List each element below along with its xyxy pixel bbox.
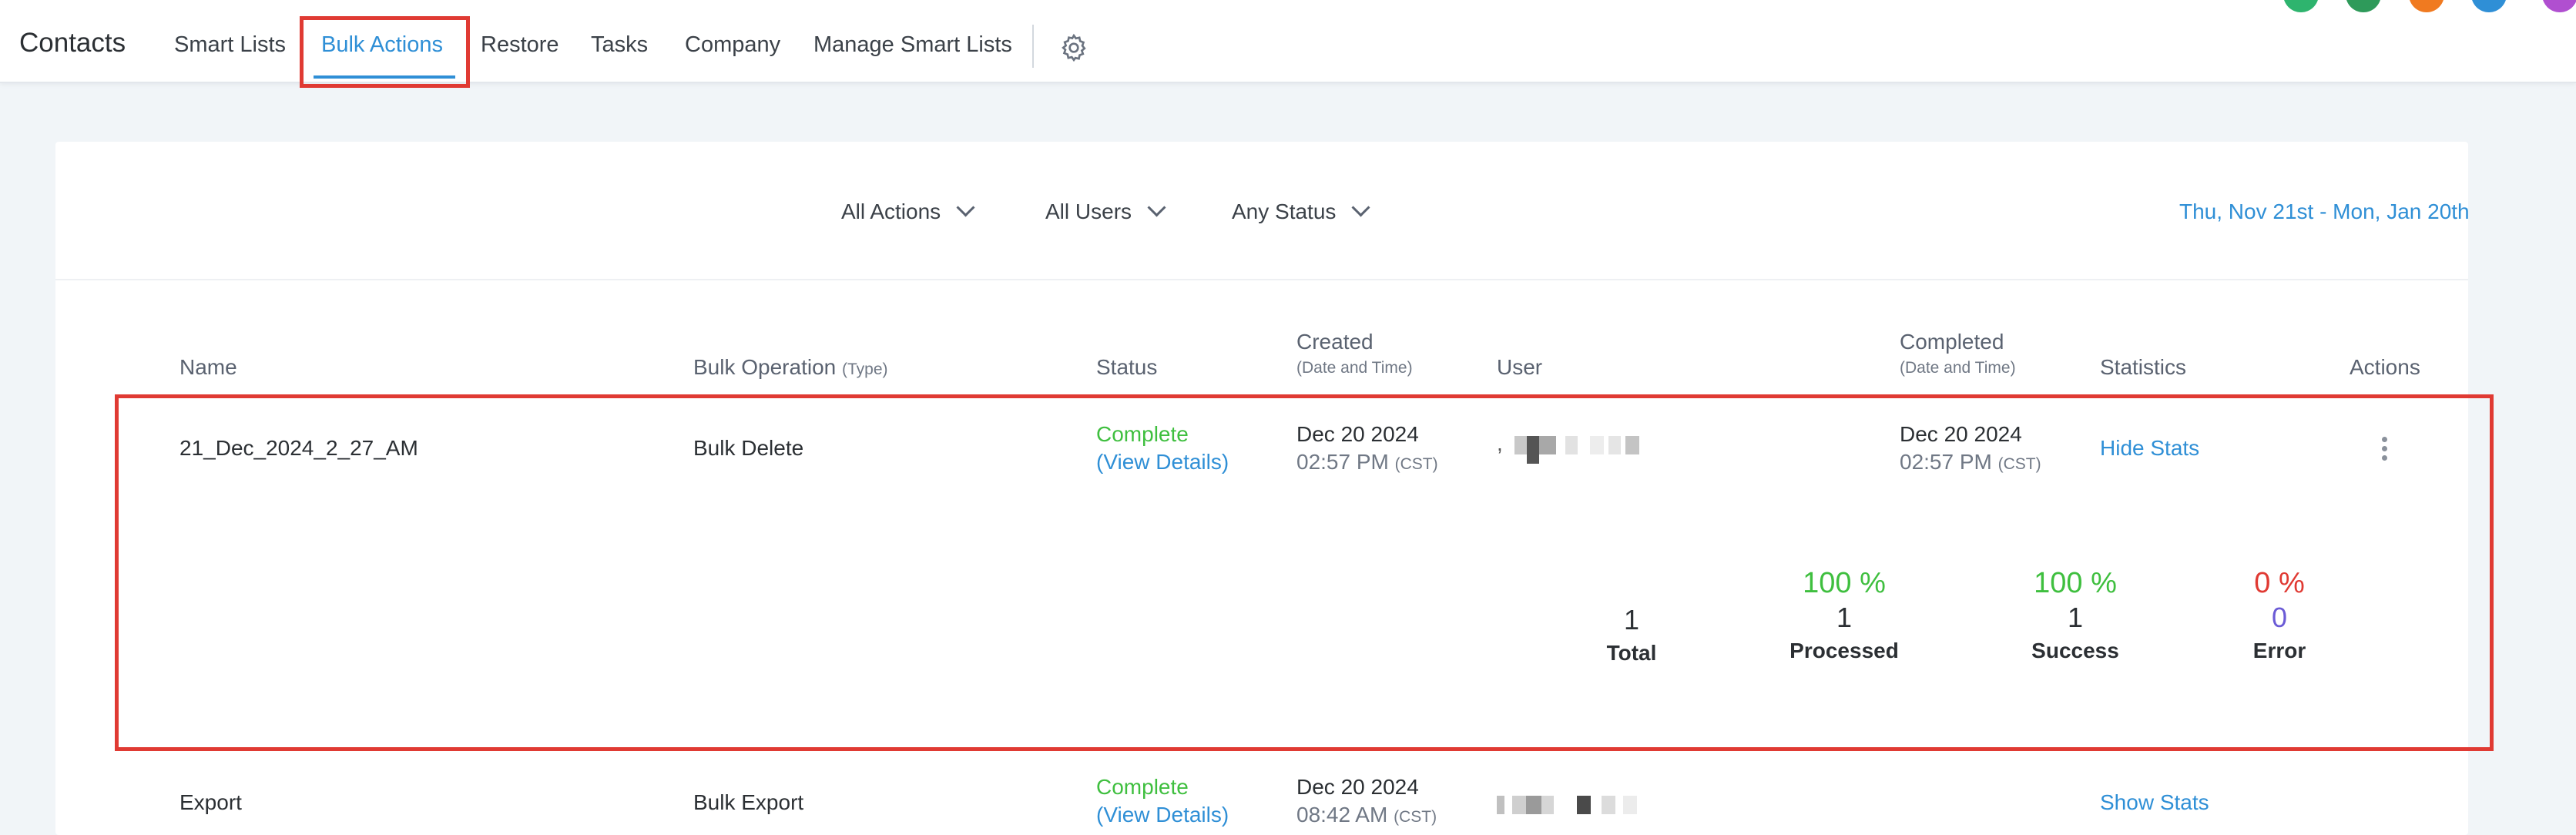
column-header-created-hint: (Date and Time) <box>1296 359 1413 377</box>
row-2-status: Complete (View Details) <box>1096 775 1229 827</box>
users-filter-dropdown[interactable]: All Users <box>1045 198 1166 224</box>
nav-divider <box>1032 25 1034 68</box>
actions-filter-dropdown[interactable]: All Actions <box>841 198 975 224</box>
chevron-down-icon <box>1351 198 1370 217</box>
column-header-created-label: Created <box>1296 330 1374 354</box>
actions-filter-label: All Actions <box>841 200 941 223</box>
gear-icon[interactable] <box>1058 32 1089 63</box>
avatar[interactable] <box>2283 0 2319 12</box>
row-2-view-details-link[interactable]: (View Details) <box>1096 803 1229 827</box>
avatar[interactable] <box>2346 0 2381 12</box>
chevron-down-icon <box>1147 198 1166 217</box>
column-header-user: User <box>1497 355 1543 379</box>
tab-company[interactable]: Company <box>685 32 780 58</box>
avatar[interactable] <box>2471 0 2507 12</box>
filter-bar: All Actions All Users Any Status Thu, No… <box>55 142 2470 280</box>
row-2-created: Dec 20 2024 08:42 AM (CST) <box>1296 775 1437 827</box>
avatar[interactable] <box>2542 0 2576 12</box>
tab-smart-lists[interactable]: Smart Lists <box>174 32 286 58</box>
row-2-created-tz: (CST) <box>1394 808 1437 826</box>
row-2-created-time: 08:42 AM <box>1296 803 1388 827</box>
column-header-completed-hint: (Date and Time) <box>1900 359 2016 377</box>
row-2-user-redacted <box>1497 796 1640 814</box>
avatar[interactable] <box>2409 0 2444 12</box>
tab-restore[interactable]: Restore <box>481 32 559 58</box>
column-header-statistics: Statistics <box>2100 355 2187 379</box>
top-navigation-bar: Contacts Smart Lists Bulk Actions Restor… <box>0 0 2576 88</box>
row-2-created-time-wrap: 08:42 AM (CST) <box>1296 803 1437 827</box>
row-1-highlight <box>115 394 2494 751</box>
row-2-status-text: Complete <box>1096 775 1189 799</box>
tab-manage-smart-lists[interactable]: Manage Smart Lists <box>813 32 1012 58</box>
column-header-completed-label: Completed <box>1900 330 2004 354</box>
column-header-actions: Actions <box>2350 355 2420 379</box>
chevron-down-icon <box>956 198 975 217</box>
column-header-name: Name <box>179 355 237 379</box>
status-filter-label: Any Status <box>1232 200 1337 223</box>
column-header-created: Created (Date and Time) <box>1296 330 1413 377</box>
date-range-picker[interactable]: Thu, Nov 21st - Mon, Jan 20th <box>2179 200 2470 224</box>
users-filter-label: All Users <box>1045 200 1132 223</box>
row-2-name: Export <box>179 790 242 814</box>
row-2-created-date: Dec 20 2024 <box>1296 775 1419 799</box>
column-header-operation-label: Bulk Operation <box>693 355 837 379</box>
column-header-completed: Completed (Date and Time) <box>1900 330 2016 377</box>
column-header-status: Status <box>1096 355 1158 379</box>
row-2-show-stats-link[interactable]: Show Stats <box>2100 790 2209 815</box>
row-2-operation: Bulk Export <box>693 790 804 814</box>
bulk-actions-tab-highlight <box>300 16 470 88</box>
column-header-operation: Bulk Operation (Type) <box>693 355 888 380</box>
app-title: Contacts <box>19 28 126 58</box>
tab-tasks[interactable]: Tasks <box>591 32 648 58</box>
column-header-operation-hint: (Type) <box>842 360 888 378</box>
status-filter-dropdown[interactable]: Any Status <box>1232 198 1370 224</box>
